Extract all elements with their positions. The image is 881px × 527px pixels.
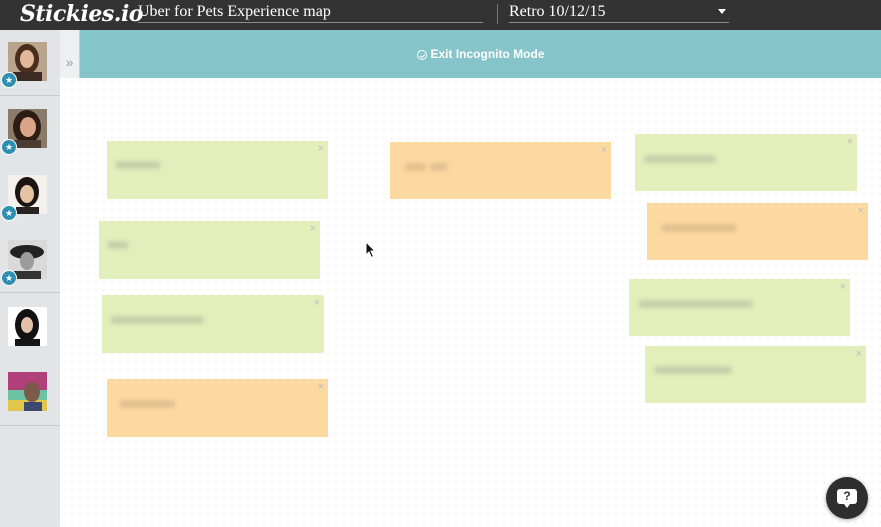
redacted-text (115, 161, 161, 169)
sticky-note[interactable]: × (102, 295, 324, 353)
sticky-note[interactable]: × (629, 279, 850, 336)
sticky-note[interactable]: × (635, 134, 857, 191)
help-button[interactable]: ? (826, 477, 868, 519)
sidebar-divider (0, 292, 60, 293)
mouse-cursor-icon (365, 241, 377, 259)
sticky-note[interactable]: × (107, 379, 328, 437)
avatar-photo (8, 372, 47, 411)
exit-incognito-label: Exit Incognito Mode (430, 47, 545, 61)
star-badge-icon: ★ (1, 72, 17, 88)
sidebar-divider (0, 95, 60, 96)
sticky-note[interactable]: × (647, 203, 868, 260)
redacted-text (107, 241, 129, 249)
sticky-note[interactable]: × (107, 141, 328, 199)
close-icon[interactable]: × (601, 144, 607, 156)
app-logo[interactable]: Stickies.io (20, 0, 143, 28)
close-icon[interactable]: × (310, 223, 316, 235)
redacted-text (644, 155, 716, 163)
redacted-text (654, 366, 732, 374)
close-icon[interactable]: × (847, 136, 853, 148)
star-badge-icon: ★ (1, 139, 17, 155)
close-icon[interactable]: × (318, 143, 324, 155)
close-icon[interactable]: × (856, 348, 862, 360)
star-badge-icon: ★ (1, 270, 17, 286)
check-circle-icon (416, 50, 427, 60)
redacted-text (638, 300, 753, 308)
sticky-note[interactable]: × (390, 142, 611, 199)
close-icon[interactable]: × (314, 297, 320, 309)
avatar-photo (8, 307, 47, 346)
sidebar-divider (0, 425, 60, 426)
incognito-banner: Exit Incognito Mode (80, 30, 881, 78)
redacted-text (110, 316, 204, 324)
avatar[interactable] (8, 372, 47, 411)
star-badge-icon: ★ (1, 205, 17, 221)
redacted-text (661, 224, 737, 232)
redacted-text (430, 163, 448, 171)
retro-select[interactable]: Retro 10/12/15 (509, 2, 729, 23)
sticky-note[interactable]: × (99, 221, 320, 279)
retro-select-value: Retro 10/12/15 (509, 3, 606, 20)
close-icon[interactable]: × (858, 205, 864, 217)
help-chat-icon: ? (837, 489, 857, 508)
redacted-text (404, 163, 426, 171)
exit-incognito-button[interactable]: Exit Incognito Mode (80, 30, 881, 78)
avatar[interactable] (8, 307, 47, 346)
close-icon[interactable]: × (318, 381, 324, 393)
redacted-text (119, 400, 175, 408)
sticky-note[interactable]: × (645, 346, 866, 403)
chevron-down-icon (718, 9, 726, 14)
top-bar: Stickies.io Uber for Pets Experience map… (0, 0, 881, 30)
board-title-input[interactable]: Uber for Pets Experience map (138, 2, 483, 23)
topbar-divider (497, 4, 498, 24)
close-icon[interactable]: × (840, 281, 846, 293)
